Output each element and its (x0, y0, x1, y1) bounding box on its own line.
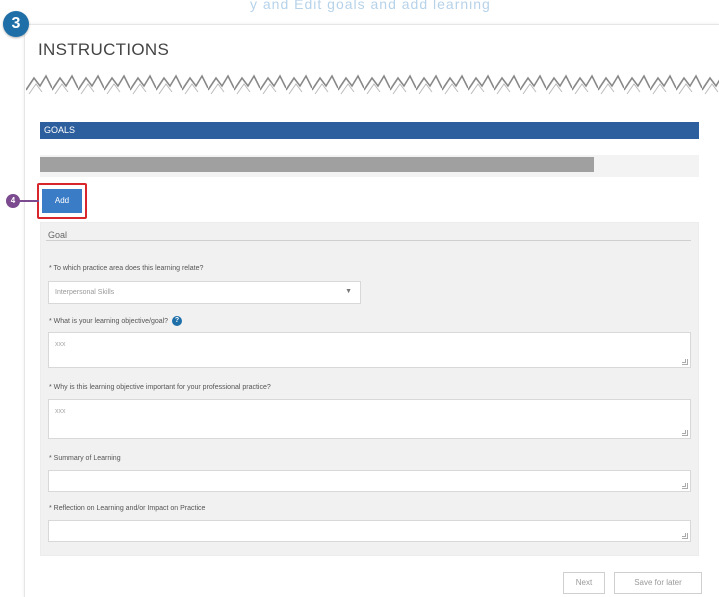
goals-progress-track (40, 155, 699, 177)
goal-heading-divider (46, 240, 691, 241)
practice-area-selected-value: Interpersonal Skills (55, 289, 115, 296)
summary-label: * Summary of Learning (49, 455, 121, 462)
practice-area-select[interactable]: Interpersonal Skills ▼ (48, 281, 361, 304)
objective-value: xxx (55, 341, 66, 348)
importance-label: * Why is this learning objective importa… (49, 384, 271, 391)
top-strip-text: y and Edit goals and add learning (250, 0, 491, 12)
goal-form-heading: Goal (48, 230, 68, 240)
objective-label-row: * What is your learning objective/goal? … (49, 316, 183, 326)
torn-edge-divider (26, 70, 719, 98)
summary-textarea[interactable] (48, 470, 691, 492)
goals-progress-fill (40, 157, 594, 172)
step-badge-3: 3 (3, 11, 29, 37)
reflection-label: * Reflection on Learning and/or Impact o… (49, 505, 206, 512)
next-button[interactable]: Next (563, 572, 605, 594)
save-for-later-button[interactable]: Save for later (614, 572, 702, 594)
resize-handle-icon[interactable] (682, 430, 688, 436)
practice-area-label: * To which practice area does this learn… (49, 265, 204, 272)
reflection-textarea[interactable] (48, 520, 691, 542)
resize-handle-icon[interactable] (682, 533, 688, 539)
help-icon[interactable]: ? (172, 316, 183, 326)
importance-textarea[interactable]: xxx (48, 399, 691, 439)
importance-value: xxx (55, 408, 66, 415)
step-badge-4-connector (19, 200, 39, 202)
resize-handle-icon[interactable] (682, 483, 688, 489)
step-badge-4: 4 (6, 194, 20, 208)
objective-textarea[interactable]: xxx (48, 332, 691, 368)
objective-label: * What is your learning objective/goal? (49, 317, 169, 325)
instructions-title: INSTRUCTIONS (38, 40, 170, 59)
top-strip: y and Edit goals and add learning (0, 0, 719, 14)
chevron-down-icon: ▼ (345, 288, 352, 295)
goals-section-header: GOALS (40, 122, 699, 139)
resize-handle-icon[interactable] (682, 359, 688, 365)
add-goal-button[interactable]: Add (42, 189, 82, 213)
